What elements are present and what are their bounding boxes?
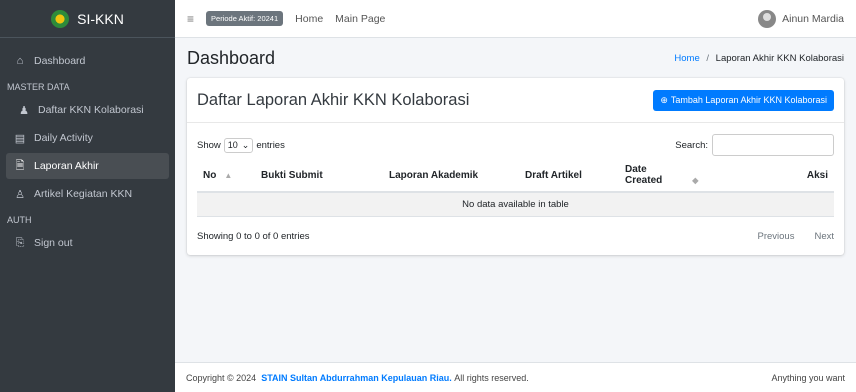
brand-name: SI-KKN — [77, 10, 124, 27]
sidebar-item-label: Daily Activity — [34, 132, 93, 144]
sidebar-item-daftar-kkn[interactable]: ♟ Daftar KKN Kolaborasi — [6, 97, 169, 123]
report-table: No ▲ Bukti Submit Laporan Akademik Draft … — [197, 159, 834, 217]
footer-rights: All rights reserved. — [454, 372, 529, 383]
card-title: Daftar Laporan Akhir KKN Kolaborasi — [197, 90, 470, 109]
breadcrumb-current: Laporan Akhir KKN Kolaborasi — [715, 52, 844, 64]
plus-circle-icon: ⊕ — [660, 94, 668, 105]
table-header-row: No ▲ Bukti Submit Laporan Akademik Draft … — [197, 159, 834, 193]
breadcrumb-separator: / — [706, 52, 710, 64]
entries-select[interactable]: 10 ⌄ — [223, 137, 254, 153]
sidebar: SI-KKN ⌂ Dashboard MASTER DATA ♟ Daftar … — [0, 0, 175, 392]
keyboard-icon: ▤ — [14, 132, 26, 145]
column-header-draft-artikel[interactable]: Draft Artikel — [519, 159, 619, 193]
sidebar-item-label: Laporan Akhir — [34, 160, 99, 172]
card-header: Daftar Laporan Akhir KKN Kolaborasi ⊕ Ta… — [187, 78, 844, 123]
sidebar-item-laporan-akhir[interactable]: 🗎 Laporan Akhir — [6, 153, 169, 179]
content-header: Dashboard Home / Laporan Akhir KKN Kolab… — [187, 38, 844, 78]
pagination-previous[interactable]: Previous — [757, 231, 794, 242]
table-row: No data available in table — [197, 192, 834, 217]
sort-icon: ◆ — [692, 176, 699, 185]
brand-logo-icon — [51, 9, 70, 28]
nav-header-auth: AUTH — [7, 215, 32, 225]
page-footer: Copyright © 2024 STAIN Sultan Abdurrahma… — [175, 362, 856, 392]
show-label: Show — [197, 139, 221, 151]
signout-icon: ⎘ — [15, 236, 25, 249]
column-header-aksi[interactable]: Aksi — [709, 159, 834, 193]
sidebar-item-daily-activity[interactable]: ▤ Daily Activity — [6, 125, 169, 151]
chevron-down-icon: ⌄ — [241, 139, 250, 150]
table-info: Showing 0 to 0 of 0 entries — [197, 230, 310, 242]
entries-label: entries — [256, 139, 285, 151]
table-search: Search: — [675, 134, 834, 156]
nav-header-master: MASTER DATA — [7, 82, 70, 92]
search-label: Search: — [675, 139, 708, 151]
top-link-main-page[interactable]: Main Page — [335, 13, 385, 25]
sidebar-item-signout[interactable]: ⎘ Sign out — [6, 230, 169, 256]
user-icon: ♟ — [19, 104, 29, 117]
footer-org-link[interactable]: STAIN Sultan Abdurrahman Kepulauan Riau. — [261, 373, 452, 383]
user-name: Ainun Mardia — [782, 12, 844, 25]
user-menu[interactable]: Ainun Mardia — [758, 9, 844, 28]
column-header-date-created[interactable]: Date Created ◆ — [619, 159, 709, 193]
column-header-bukti-submit[interactable]: Bukti Submit — [255, 159, 383, 193]
column-header-no[interactable]: No ▲ — [197, 159, 255, 193]
footer-copyright: Copyright © 2024 — [186, 372, 257, 383]
top-link-home[interactable]: Home — [295, 13, 323, 25]
users-icon: ♙ — [15, 188, 25, 201]
entries-select-value: 10 — [227, 140, 238, 150]
sidebar-item-label: Daftar KKN Kolaborasi — [38, 104, 144, 116]
home-icon: ⌂ — [16, 55, 24, 67]
table-footer: Showing 0 to 0 of 0 entries Previous Nex… — [197, 227, 834, 245]
empty-message: No data available in table — [197, 192, 834, 217]
avatar — [758, 9, 777, 28]
menu-toggle-icon[interactable]: ≡ — [187, 12, 194, 26]
column-header-laporan-akademik[interactable]: Laporan Akademik — [383, 159, 519, 193]
report-card: Daftar Laporan Akhir KKN Kolaborasi ⊕ Ta… — [187, 78, 844, 255]
sort-asc-icon: ▲ — [224, 170, 233, 180]
period-badge: Periode Aktif: 20241 — [206, 11, 284, 26]
sidebar-item-label: Artikel Kegiatan KKN — [34, 188, 133, 200]
sidebar-nav: ⌂ Dashboard MASTER DATA ♟ Daftar KKN Kol… — [0, 38, 175, 256]
add-report-label: Tambah Laporan Akhir KKN Kolaborasi — [670, 95, 827, 105]
topbar: ≡ Periode Aktif: 20241 Home Main Page Ai… — [175, 0, 856, 38]
pagination-next[interactable]: Next — [814, 231, 834, 242]
page-title: Dashboard — [187, 47, 276, 68]
main-content: Dashboard Home / Laporan Akhir KKN Kolab… — [175, 38, 856, 362]
card-body: Show 10 ⌄ entries Search: No ▲ Bukti Sub… — [187, 123, 844, 255]
sidebar-item-artikel[interactable]: ♙ Artikel Kegiatan KKN — [6, 181, 169, 207]
add-report-button[interactable]: ⊕ Tambah Laporan Akhir KKN Kolaborasi — [653, 89, 834, 111]
brand[interactable]: SI-KKN — [0, 0, 175, 38]
search-input[interactable] — [712, 134, 834, 156]
sidebar-item-dashboard[interactable]: ⌂ Dashboard — [6, 48, 169, 74]
sidebar-item-label: Sign out — [34, 237, 73, 249]
breadcrumb: Home / Laporan Akhir KKN Kolaborasi — [674, 53, 844, 64]
sidebar-item-label: Dashboard — [34, 55, 86, 67]
breadcrumb-home-link[interactable]: Home — [674, 53, 699, 64]
pagination: Previous Next — [757, 231, 834, 242]
entries-length: Show 10 ⌄ entries — [197, 137, 285, 153]
footer-right-text: Anything you want — [771, 372, 845, 383]
table-controls: Show 10 ⌄ entries Search: — [197, 133, 834, 157]
file-icon: 🗎 — [15, 159, 25, 172]
